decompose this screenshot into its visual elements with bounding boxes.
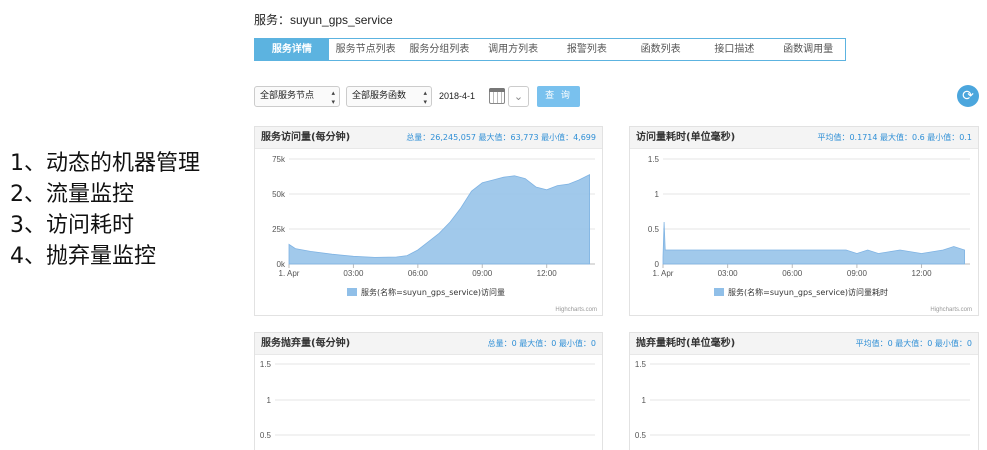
y-tick-label: 0.5 bbox=[635, 431, 647, 440]
y-tick-label: 1 bbox=[267, 396, 272, 405]
y-tick-label: 0.5 bbox=[648, 225, 660, 234]
x-tick-label: 12:00 bbox=[912, 269, 933, 278]
query-button[interactable]: 查 询 bbox=[537, 86, 580, 107]
tab-group-list[interactable]: 服务分组列表 bbox=[403, 39, 477, 60]
legend-label: 服务(名称=suyun_gps_service)访问量耗时 bbox=[728, 287, 888, 297]
function-select[interactable]: 全部服务函数 ▴ ▾ bbox=[346, 86, 432, 107]
tab-service-detail[interactable]: 服务详情 bbox=[255, 39, 329, 60]
panel-stats: 平均值：0 最大值：0 最小值：0 bbox=[855, 339, 972, 348]
series-area bbox=[288, 174, 590, 265]
refresh-icon[interactable]: ⟳ bbox=[957, 85, 979, 107]
panel-stats: 平均值：0.1714 最大值：0.6 最小值：0.1 bbox=[817, 133, 972, 142]
note-item: 3、访问耗时 bbox=[10, 213, 134, 238]
tab-caller-list[interactable]: 调用方列表 bbox=[476, 39, 550, 60]
discard-chart: 0.5 1 1.5 bbox=[260, 360, 595, 440]
chevron-down-icon[interactable]: ⌄ bbox=[508, 86, 529, 107]
x-tick-label: 09:00 bbox=[847, 269, 868, 278]
tab-function-calls[interactable]: 函数调用量 bbox=[771, 39, 845, 60]
y-tick-label: 1 bbox=[655, 190, 660, 199]
y-tick-label: 0k bbox=[277, 260, 286, 269]
note-item: 4、抛弃量监控 bbox=[10, 244, 156, 269]
discard-panel: 服务抛弃量(每分钟) 总量：0 最大值：0 最小值：0 0.5 1 1.5 bbox=[254, 332, 603, 450]
visits-chart: 0k 25k 50k 75k 1. Apr 03:00 06:00 09:00 12:00 服务(… bbox=[272, 155, 597, 313]
latency-panel: 访问量耗时(单位毫秒) 平均值：0.1714 最大值：0.6 最小值：0.1 0… bbox=[629, 126, 979, 316]
note-item: 2、流量监控 bbox=[10, 182, 134, 207]
y-tick-label: 0.5 bbox=[260, 431, 272, 440]
panel-stats: 总量：0 最大值：0 最小值：0 bbox=[487, 339, 596, 348]
select-arrows-icon: ▴ ▾ bbox=[423, 89, 427, 106]
y-tick-label: 25k bbox=[272, 225, 286, 234]
tab-function-list[interactable]: 函数列表 bbox=[624, 39, 698, 60]
node-select-value: 全部服务节点 bbox=[260, 91, 315, 101]
date-value: 2018-4-1 bbox=[439, 91, 476, 101]
x-tick-label: 1. Apr bbox=[653, 269, 674, 278]
chart-credit: Highcharts.com bbox=[555, 307, 597, 313]
visits-panel: 服务访问量(每分钟) 总量：26,245,057 最大值：63,773 最小值：… bbox=[254, 126, 603, 316]
x-tick-label: 12:00 bbox=[537, 269, 558, 278]
tab-alarm-list[interactable]: 报警列表 bbox=[550, 39, 624, 60]
y-tick-label: 0 bbox=[655, 260, 660, 269]
legend-label: 服务(名称=suyun_gps_service)访问量 bbox=[361, 287, 505, 297]
panel-title: 抛弃量耗时(单位毫秒) bbox=[636, 338, 736, 349]
service-title: 服务：suyun_gps_service bbox=[254, 13, 393, 27]
y-tick-label: 1.5 bbox=[648, 155, 660, 164]
x-tick-label: 03:00 bbox=[343, 269, 364, 278]
tab-bar: 服务详情 服务节点列表 服务分组列表 调用方列表 报警列表 函数列表 接口描述 … bbox=[254, 38, 846, 61]
x-tick-label: 03:00 bbox=[718, 269, 739, 278]
y-tick-label: 1.5 bbox=[260, 360, 272, 369]
y-tick-label: 75k bbox=[272, 155, 286, 164]
tab-node-list[interactable]: 服务节点列表 bbox=[329, 39, 403, 60]
x-tick-label: 06:00 bbox=[782, 269, 803, 278]
latency-chart: 0 0.5 1 1.5 1. Apr 03:00 06:00 09:00 12:00 服务(名称=… bbox=[648, 155, 972, 313]
panel-title: 服务访问量(每分钟) bbox=[261, 132, 351, 143]
x-tick-label: 09:00 bbox=[472, 269, 493, 278]
discard-latency-chart: 0.5 1 1.5 bbox=[635, 360, 970, 440]
legend-swatch bbox=[347, 288, 357, 296]
y-tick-label: 1 bbox=[642, 396, 647, 405]
y-tick-label: 50k bbox=[272, 190, 286, 199]
panel-stats: 总量：26,245,057 最大值：63,773 最小值：4,699 bbox=[406, 133, 596, 142]
panel-title: 访问量耗时(单位毫秒) bbox=[636, 132, 736, 143]
note-item: 1、动态的机器管理 bbox=[10, 151, 200, 176]
y-tick-label: 1.5 bbox=[635, 360, 647, 369]
series-area bbox=[662, 221, 965, 265]
discard-latency-panel: 抛弃量耗时(单位毫秒) 平均值：0 最大值：0 最小值：0 0.5 1 1.5 bbox=[629, 332, 979, 450]
panel-title: 服务抛弃量(每分钟) bbox=[261, 338, 351, 349]
select-arrows-icon: ▴ ▾ bbox=[331, 89, 335, 106]
legend-swatch bbox=[714, 288, 724, 296]
node-select[interactable]: 全部服务节点 ▴ ▾ bbox=[254, 86, 340, 107]
x-tick-label: 06:00 bbox=[408, 269, 429, 278]
feature-notes: 1、动态的机器管理 2、流量监控 3、访问耗时 4、抛弃量监控 bbox=[10, 148, 245, 272]
chart-credit: Highcharts.com bbox=[930, 307, 972, 313]
function-select-value: 全部服务函数 bbox=[352, 91, 407, 101]
tab-interface-desc[interactable]: 接口描述 bbox=[698, 39, 772, 60]
calendar-icon[interactable] bbox=[489, 88, 505, 104]
x-tick-label: 1. Apr bbox=[279, 269, 300, 278]
